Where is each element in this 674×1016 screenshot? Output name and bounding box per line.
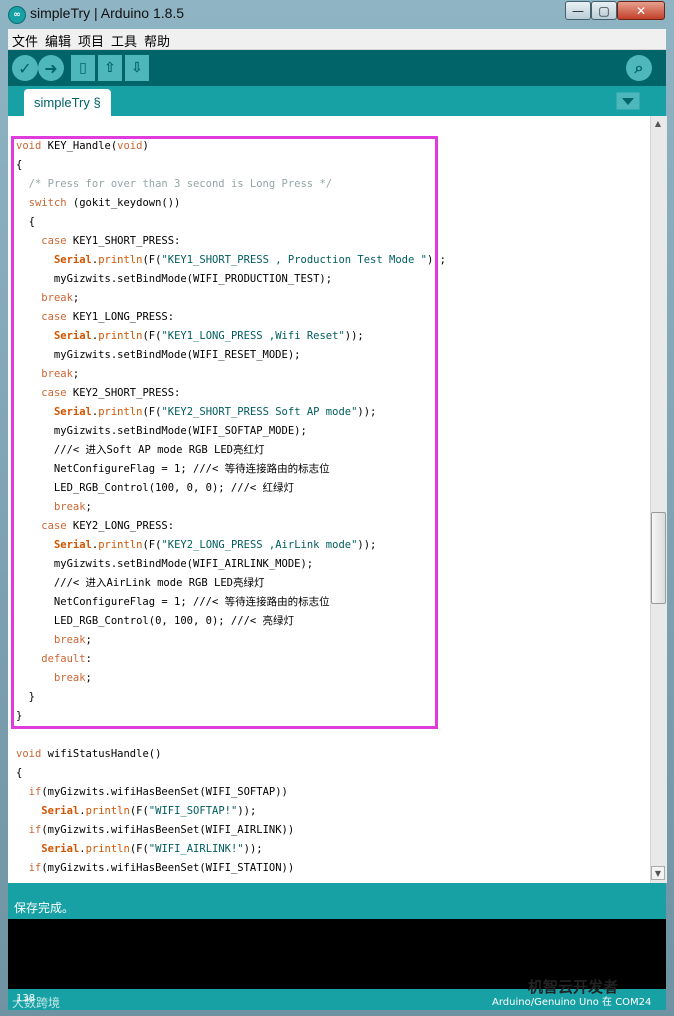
menu-bar: 文件 编辑 项目 工具 帮助	[8, 29, 666, 50]
code-line: if(myGizwits.wifiHasBeenSet(WIFI_STATION…	[28, 862, 295, 874]
save-button[interactable]: ⇩	[125, 55, 149, 81]
new-file-icon: ▯	[79, 60, 87, 76]
arrow-down-icon: ⇩	[131, 60, 143, 76]
menu-help[interactable]: 帮助	[144, 31, 170, 50]
maximize-button[interactable]: ▢	[591, 1, 617, 20]
tab-strip: simpleTry §	[8, 86, 666, 116]
upload-button[interactable]: ➜	[38, 55, 64, 81]
magnifier-icon: ⌕	[634, 58, 644, 77]
code-line: void wifiStatusHandle()	[16, 748, 162, 760]
menu-file[interactable]: 文件	[12, 31, 38, 50]
tab-menu-button[interactable]	[616, 92, 640, 110]
chevron-down-icon	[616, 92, 640, 110]
open-button[interactable]: ⇧	[98, 55, 122, 81]
watermark-left: 大数跨境	[12, 996, 61, 1010]
watermark-right: 机智云开发者	[528, 978, 619, 996]
status-message: 保存完成。	[14, 901, 75, 915]
minimize-button[interactable]: —	[565, 1, 591, 20]
code-line: if(myGizwits.wifiHasBeenSet(WIFI_AIRLINK…	[28, 824, 295, 836]
menu-edit[interactable]: 编辑	[45, 31, 71, 50]
serial-monitor-button[interactable]: ⌕	[626, 55, 652, 81]
code-line: {	[16, 767, 23, 779]
verify-button[interactable]: ✓	[12, 55, 38, 81]
close-button[interactable]: ✕	[617, 1, 665, 20]
menu-sketch[interactable]: 项目	[78, 31, 104, 50]
scroll-up-button[interactable]: ▲	[651, 117, 665, 131]
code-line: Serial.println(F("WIFI_SOFTAP!"));	[41, 805, 257, 817]
check-icon: ✓	[18, 58, 32, 78]
menu-tools[interactable]: 工具	[111, 31, 137, 50]
vertical-scrollbar[interactable]	[650, 116, 667, 883]
code-line: if(myGizwits.wifiHasBeenSet(WIFI_SOFTAP)…	[28, 786, 288, 798]
arrow-right-icon: ➜	[44, 58, 58, 78]
arduino-app-icon: ∞	[8, 6, 26, 24]
toolbar: ✓ ➜ ▯ ⇧ ⇩ ⌕	[8, 50, 666, 86]
window-title: simpleTry | Arduino 1.8.5	[30, 5, 185, 21]
tab-simpletry[interactable]: simpleTry §	[24, 89, 111, 116]
highlight-box	[11, 136, 438, 729]
scroll-down-button[interactable]: ▼	[651, 866, 665, 880]
status-bar	[8, 883, 666, 919]
code-line: Serial.println(F("WIFI_AIRLINK!"));	[41, 843, 263, 855]
new-button[interactable]: ▯	[71, 55, 95, 81]
arrow-up-icon: ⇧	[104, 60, 116, 76]
title-bar[interactable]: ∞ simpleTry | Arduino 1.8.5 — ▢ ✕	[0, 0, 674, 28]
scroll-thumb[interactable]	[651, 512, 666, 604]
